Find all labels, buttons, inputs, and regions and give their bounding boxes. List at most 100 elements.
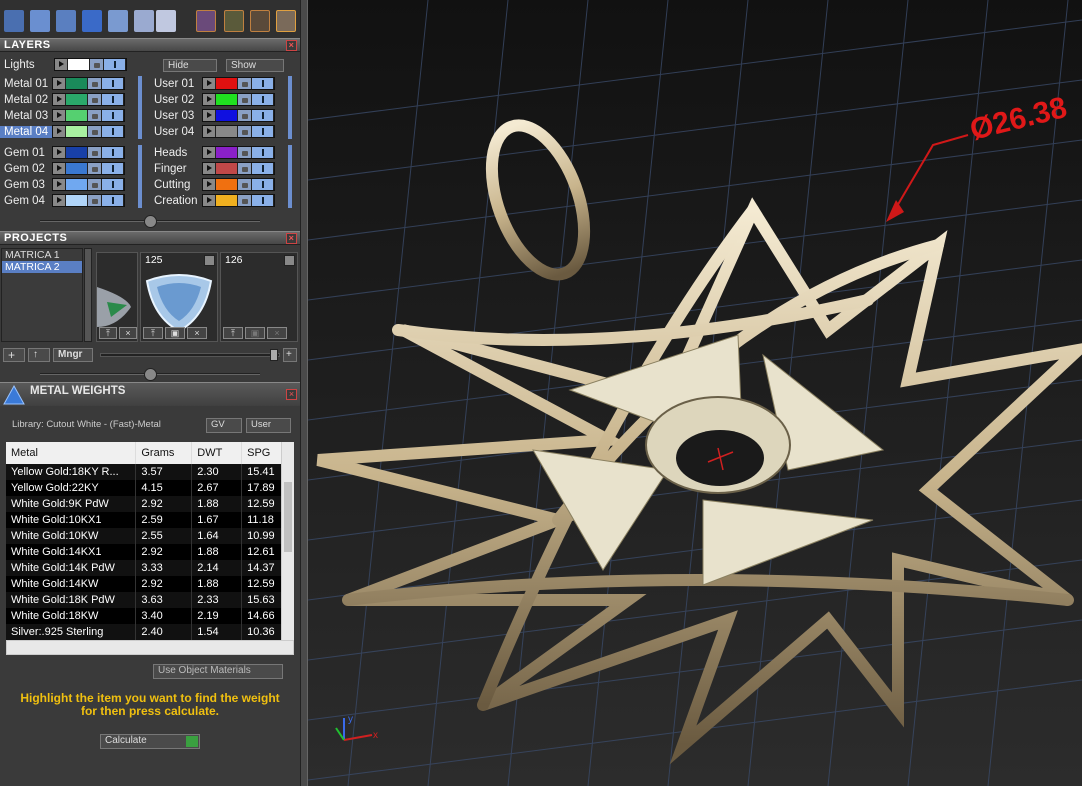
table-row[interactable]: White Gold:14K PdW 3.33 2.14 14.37 <box>6 560 294 576</box>
layer-controls[interactable] <box>202 146 275 159</box>
lock-icon[interactable] <box>238 147 252 158</box>
zoom-in-button[interactable]: + <box>283 348 297 362</box>
layer-name[interactable]: User 02 <box>150 94 202 106</box>
expand-icon[interactable] <box>53 78 66 89</box>
slider-handle[interactable] <box>270 349 278 361</box>
project-list[interactable]: MATRICA 1 MATRICA 2 <box>1 248 83 342</box>
visibility-toggle[interactable] <box>252 147 274 158</box>
gv-button[interactable]: GV <box>206 418 242 433</box>
table-row[interactable]: Yellow Gold:18KY R... 3.57 2.30 15.41 <box>6 464 294 480</box>
layer-controls[interactable] <box>202 194 275 207</box>
visibility-toggle[interactable] <box>102 126 124 137</box>
transform-tool-icon[interactable] <box>276 10 296 32</box>
layer-controls[interactable] <box>52 93 125 106</box>
3d-viewport[interactable]: Ø26.38 x y <box>308 0 1082 786</box>
expand-icon[interactable] <box>53 179 66 190</box>
table-row[interactable]: White Gold:14KX1 2.92 1.88 12.61 <box>6 544 294 560</box>
layer-controls[interactable] <box>202 125 275 138</box>
visibility-toggle[interactable] <box>102 195 124 206</box>
layer-color-swatch[interactable] <box>66 179 88 190</box>
visibility-toggle[interactable] <box>252 110 274 121</box>
table-row[interactable]: White Gold:10KW 2.55 1.64 10.99 <box>6 528 294 544</box>
column-header[interactable]: DWT <box>191 442 243 464</box>
layer-name[interactable]: Creation <box>150 195 202 207</box>
expand-icon[interactable] <box>203 163 216 174</box>
lock-icon[interactable] <box>88 78 102 89</box>
cube-icon[interactable] <box>56 10 76 32</box>
layer-controls[interactable] <box>52 125 125 138</box>
layer-row[interactable]: Finger <box>150 161 275 176</box>
project-thumbnail[interactable]: 125 ⤒ ▣ × <box>140 252 218 342</box>
up-project-button[interactable]: ↑ <box>28 348 50 362</box>
lock-icon[interactable] <box>238 126 252 137</box>
layer-color-swatch[interactable] <box>66 147 88 158</box>
layer-name[interactable]: Finger <box>150 163 202 175</box>
visibility-toggle[interactable] <box>252 78 274 89</box>
visibility-toggle[interactable] <box>102 163 124 174</box>
layer-row[interactable]: Gem 03 <box>0 177 125 192</box>
collapse-divider[interactable] <box>0 215 300 228</box>
rotate-tool-icon[interactable] <box>224 10 244 32</box>
visibility-toggle[interactable] <box>252 195 274 206</box>
book-icon[interactable] <box>82 10 102 32</box>
layer-color-swatch[interactable] <box>66 126 88 137</box>
thumbnail-menu-icon[interactable] <box>284 255 295 266</box>
layer-row[interactable]: Heads <box>150 145 275 160</box>
expand-icon[interactable] <box>53 147 66 158</box>
layer-row[interactable]: Creation <box>150 193 275 208</box>
close-icon[interactable]: × <box>286 40 297 51</box>
layer-color-swatch[interactable] <box>216 126 238 137</box>
layer-controls[interactable] <box>202 77 275 90</box>
visibility-toggle[interactable] <box>252 94 274 105</box>
layer-controls[interactable] <box>202 178 275 191</box>
column-header[interactable]: Grams <box>135 442 193 464</box>
layer-color-swatch[interactable] <box>216 163 238 174</box>
lock-icon[interactable] <box>238 195 252 206</box>
layer-controls[interactable] <box>52 146 125 159</box>
panel-splitter[interactable] <box>300 0 308 786</box>
lock-icon[interactable] <box>88 195 102 206</box>
expand-icon[interactable] <box>53 195 66 206</box>
table-row[interactable]: White Gold:14KW 2.92 1.88 12.59 <box>6 576 294 592</box>
visibility-toggle[interactable] <box>102 78 124 89</box>
layer-controls[interactable] <box>52 162 125 175</box>
layer-name[interactable]: Metal 04 <box>0 125 52 138</box>
visibility-toggle[interactable] <box>102 110 124 121</box>
expand-icon[interactable] <box>203 195 216 206</box>
layer-controls[interactable] <box>52 77 125 90</box>
visibility-toggle[interactable] <box>252 126 274 137</box>
table-row[interactable]: White Gold:10KX1 2.59 1.67 11.18 <box>6 512 294 528</box>
lock-icon[interactable] <box>238 78 252 89</box>
layer-row[interactable]: User 01 <box>150 76 275 91</box>
table-row[interactable]: Yellow Gold:22KY 4.15 2.67 17.89 <box>6 480 294 496</box>
add-project-button[interactable]: + <box>3 348 25 362</box>
layer-color-swatch[interactable] <box>66 195 88 206</box>
monitor-icon[interactable] <box>30 10 50 32</box>
expand-icon[interactable] <box>203 126 216 137</box>
layer-name[interactable]: Gem 02 <box>0 163 52 175</box>
expand-icon[interactable] <box>53 110 66 121</box>
visibility-toggle[interactable] <box>252 163 274 174</box>
expand-icon[interactable] <box>53 163 66 174</box>
layer-color-swatch[interactable] <box>216 195 238 206</box>
layer-row[interactable]: Metal 04 <box>0 124 125 139</box>
lock-icon[interactable] <box>88 126 102 137</box>
lock-icon[interactable] <box>238 110 252 121</box>
layer-name[interactable]: Metal 03 <box>0 110 52 122</box>
expand-icon[interactable] <box>203 78 216 89</box>
layer-name[interactable]: Gem 01 <box>0 147 52 159</box>
layer-controls[interactable] <box>52 178 125 191</box>
expand-icon[interactable] <box>203 110 216 121</box>
manager-button[interactable]: Mngr <box>53 348 93 362</box>
layer-row[interactable]: User 03 <box>150 108 275 123</box>
layer-row[interactable]: User 04 <box>150 124 275 139</box>
layer-name[interactable]: Cutting <box>150 179 202 191</box>
move-tool-icon[interactable] <box>196 10 216 32</box>
lock-icon[interactable] <box>88 110 102 121</box>
expand-icon[interactable] <box>53 126 66 137</box>
expand-icon[interactable] <box>203 94 216 105</box>
layer-name[interactable]: Gem 03 <box>0 179 52 191</box>
metal-weights-table[interactable]: Metal Grams DWT SPG Yellow Gold:18KY R... 3.… <box>6 442 294 642</box>
layer-name[interactable]: Metal 02 <box>0 94 52 106</box>
layer-row[interactable]: Gem 01 <box>0 145 125 160</box>
